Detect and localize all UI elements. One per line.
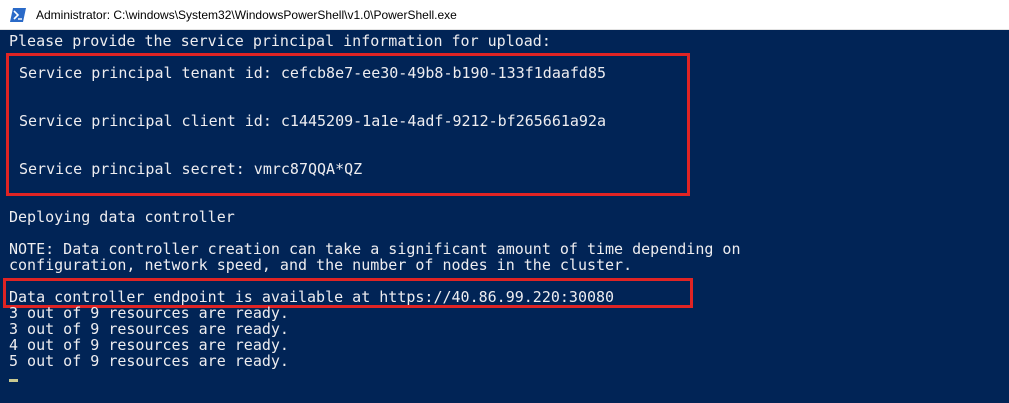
secret-line: Service principal secret: vmrc87QQA*QZ: [19, 160, 363, 178]
tenant-id-line: Service principal tenant id: cefcb8e7-ee…: [19, 64, 606, 82]
window-title: Administrator: C:\windows\System32\Windo…: [36, 8, 457, 22]
note-line-1: NOTE: Data controller creation can take …: [9, 240, 741, 258]
powershell-window: Administrator: C:\windows\System32\Windo…: [0, 0, 1009, 403]
progress-line: 3 out of 9 resources are ready.: [9, 304, 289, 322]
powershell-icon: [10, 8, 26, 22]
title-bar[interactable]: Administrator: C:\windows\System32\Windo…: [0, 0, 1009, 30]
progress-line: 3 out of 9 resources are ready.: [9, 320, 289, 338]
endpoint-line: Data controller endpoint is available at…: [9, 288, 615, 306]
deploying-line: Deploying data controller: [9, 208, 235, 226]
prompt-header: Please provide the service principal inf…: [9, 32, 551, 50]
progress-line: 4 out of 9 resources are ready.: [9, 336, 289, 354]
text-cursor: [9, 379, 18, 382]
console-output[interactable]: Please provide the service principal inf…: [0, 30, 1009, 403]
client-id-line: Service principal client id: c1445209-1a…: [19, 112, 606, 130]
progress-line: 5 out of 9 resources are ready.: [9, 352, 289, 370]
note-line-2: configuration, network speed, and the nu…: [9, 256, 633, 274]
